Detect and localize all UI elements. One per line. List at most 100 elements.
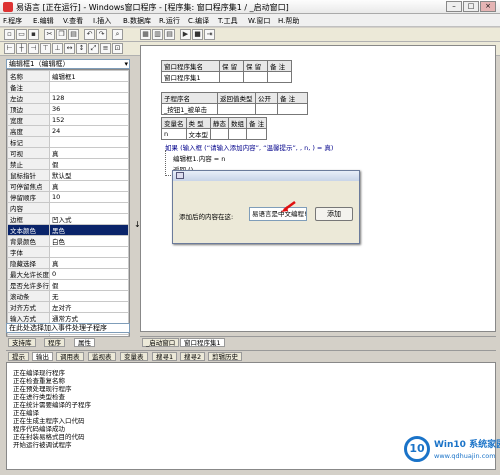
align-top-icon[interactable]: ⊤ (40, 43, 51, 54)
property-row[interactable]: 名称 编辑框1 (7, 70, 129, 82)
assembly-cell[interactable] (219, 71, 244, 83)
menu-edit[interactable]: E.编辑 (33, 16, 54, 26)
property-value[interactable]: 白色 (49, 235, 129, 247)
menu-file[interactable]: F.程序 (3, 16, 22, 26)
redo-icon[interactable]: ↷ (96, 29, 107, 40)
var-cell[interactable] (245, 128, 268, 140)
property-value[interactable] (49, 136, 129, 148)
same-width-icon[interactable]: ↔ (64, 43, 75, 54)
property-value[interactable]: 编辑框1 (49, 70, 129, 82)
menu-insert[interactable]: I.插入 (93, 16, 111, 26)
property-row[interactable]: 滚动条无 (7, 290, 129, 302)
tab-search1[interactable]: 搜寻1 (152, 352, 178, 361)
tab-call-stack[interactable]: 调用表 (56, 352, 84, 361)
grid-icon[interactable]: ▥ (152, 29, 163, 40)
find-icon[interactable]: ⌕ (112, 29, 123, 40)
tab-clip-history[interactable]: 剪辑历史 (208, 352, 242, 361)
property-row[interactable]: 可停留焦点真 (7, 180, 129, 192)
layout-icon[interactable]: ▦ (140, 29, 151, 40)
property-value[interactable]: 真 (49, 257, 129, 269)
property-row[interactable]: 备注 (7, 81, 129, 93)
property-value[interactable] (49, 202, 129, 214)
sub-name-cell[interactable]: _按钮1_被单击 (161, 103, 218, 115)
spacing-icon[interactable]: ≡ (100, 43, 111, 54)
menu-help[interactable]: H.帮助 (278, 16, 299, 26)
save-icon[interactable]: ▪ (28, 29, 39, 40)
property-row[interactable]: 内容 (7, 202, 129, 214)
sub-cell[interactable] (255, 103, 278, 115)
menu-window[interactable]: W.窗口 (248, 16, 270, 26)
property-value[interactable] (49, 246, 129, 258)
property-row[interactable]: 顶边 36 (7, 103, 129, 115)
tab-search2[interactable]: 搜寻2 (180, 352, 206, 361)
event-selector[interactable]: 在此处选择加入事件处理子程序 (6, 323, 130, 333)
property-value[interactable]: 128 (49, 92, 129, 104)
property-row[interactable]: 宽度 152 (7, 114, 129, 126)
maximize-button[interactable]: □ (463, 1, 479, 12)
same-height-icon[interactable]: ↕ (76, 43, 87, 54)
tab-hint[interactable]: 提示 (8, 352, 29, 361)
property-value[interactable]: 0 (49, 268, 129, 280)
property-value[interactable]: 36 (49, 103, 129, 115)
property-row[interactable]: 对齐方式 左对齐 (7, 301, 129, 313)
same-size-icon[interactable]: ⤢ (88, 43, 99, 54)
property-value[interactable]: 默认型 (49, 169, 129, 181)
var-type-cell[interactable]: 文本型 (185, 128, 211, 140)
close-button[interactable]: × (480, 1, 496, 12)
property-value[interactable]: 左对齐 (49, 301, 129, 313)
align-right-icon[interactable]: ⊣ (28, 43, 39, 54)
new-file-icon[interactable]: ▫ (4, 29, 15, 40)
property-row[interactable]: 输入方式 通常方式 (7, 312, 129, 324)
var-cell[interactable] (210, 128, 229, 140)
run-icon[interactable]: ▶ (180, 29, 191, 40)
property-value[interactable] (49, 81, 129, 93)
align-left-icon[interactable]: ⊢ (4, 43, 15, 54)
property-row[interactable]: 禁止假 (7, 158, 129, 170)
align-bottom-icon[interactable]: ⊥ (52, 43, 63, 54)
step-icon[interactable]: ⇥ (204, 29, 215, 40)
menu-compile[interactable]: C.编译 (188, 16, 209, 26)
property-row[interactable]: 高度 24 (7, 125, 129, 137)
property-row[interactable]: 最大允许长度 0 (7, 268, 129, 280)
property-row[interactable]: 停留顺序 10 (7, 191, 129, 203)
table-icon[interactable]: ▤ (164, 29, 175, 40)
tab-output[interactable]: 输出 (32, 352, 53, 361)
property-value[interactable]: 假 (49, 279, 129, 291)
code-line[interactable]: 如果 (输入框 (“请输入添加内容”, “温馨提示”, , n, ) = 真) (165, 142, 333, 152)
sub-cell[interactable] (277, 103, 308, 115)
tab-properties[interactable]: 属性 (74, 338, 95, 347)
paste-icon[interactable]: ▤ (68, 29, 79, 40)
center-form-icon[interactable]: ⊡ (112, 43, 123, 54)
stop-icon[interactable]: ■ (192, 29, 203, 40)
property-value[interactable]: 无 (49, 290, 129, 302)
component-selector[interactable]: 编辑框1（编辑框） ▾ (6, 59, 130, 69)
property-row[interactable]: 背景颜色 白色 (7, 235, 129, 247)
property-row[interactable]: 鼠标指针 默认型 (7, 169, 129, 181)
assembly-cell[interactable] (267, 71, 292, 83)
open-file-icon[interactable]: ▭ (16, 29, 27, 40)
assembly-name-cell[interactable]: 窗口程序集1 (161, 71, 220, 83)
property-value[interactable]: 10 (49, 191, 129, 203)
tab-watch[interactable]: 监视表 (88, 352, 116, 361)
menu-run[interactable]: R.运行 (159, 16, 180, 26)
property-value[interactable]: 黑色 (49, 224, 129, 236)
tab-program[interactable]: 程序 (44, 338, 65, 347)
minimize-button[interactable]: – (446, 1, 462, 12)
property-row[interactable]: 字体 (7, 246, 129, 258)
assembly-cell[interactable] (243, 71, 268, 83)
copy-icon[interactable]: ❐ (56, 29, 67, 40)
menu-database[interactable]: B.数据库 (123, 16, 151, 26)
menu-view[interactable]: V.查看 (63, 16, 83, 26)
property-value[interactable]: 24 (49, 125, 129, 137)
property-row[interactable]: 边框 凹入式 (7, 213, 129, 225)
property-row[interactable]: 可视真 (7, 147, 129, 159)
property-value[interactable]: 真 (49, 147, 129, 159)
tab-start-window[interactable]: _启动窗口 (142, 338, 180, 347)
property-row[interactable]: 左边 128 (7, 92, 129, 104)
property-row[interactable]: 隐藏选择真 (7, 257, 129, 269)
code-line[interactable]: 编辑框1.内容 = n (173, 153, 225, 163)
property-value[interactable]: 假 (49, 158, 129, 170)
property-row[interactable]: 是否允许多行假 (7, 279, 129, 291)
var-cell[interactable] (228, 128, 247, 140)
property-row[interactable]: 标记 (7, 136, 129, 148)
